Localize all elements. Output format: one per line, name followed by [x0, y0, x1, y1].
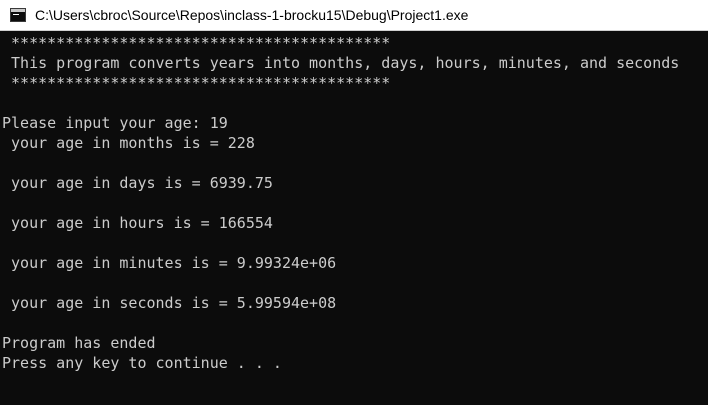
- console-line-intro: This program converts years into months,…: [2, 54, 680, 72]
- console-line-days: your age in days is = 6939.75: [2, 174, 273, 192]
- title-bar[interactable]: C:\Users\cbroc\Source\Repos\inclass-1-br…: [0, 0, 708, 31]
- console-app-icon: [10, 8, 26, 22]
- console-line-minutes: your age in minutes is = 9.99324e+06: [2, 254, 337, 272]
- console-line-seconds: your age in seconds is = 5.99594e+08: [2, 294, 337, 312]
- console-window: C:\Users\cbroc\Source\Repos\inclass-1-br…: [0, 0, 708, 405]
- window-title: C:\Users\cbroc\Source\Repos\inclass-1-br…: [35, 7, 469, 23]
- console-line-months: your age in months is = 228: [2, 134, 255, 152]
- console-line-ended: Program has ended: [2, 334, 156, 352]
- console-line-hours: your age in hours is = 166554: [2, 214, 273, 232]
- console-output[interactable]: ****************************************…: [0, 33, 708, 405]
- console-line-age-prompt: Please input your age: 19: [2, 114, 228, 132]
- console-line-press-key: Press any key to continue . . .: [2, 354, 282, 372]
- console-line-border-top: ****************************************…: [2, 34, 391, 52]
- console-line-border-bottom: ****************************************…: [2, 74, 391, 92]
